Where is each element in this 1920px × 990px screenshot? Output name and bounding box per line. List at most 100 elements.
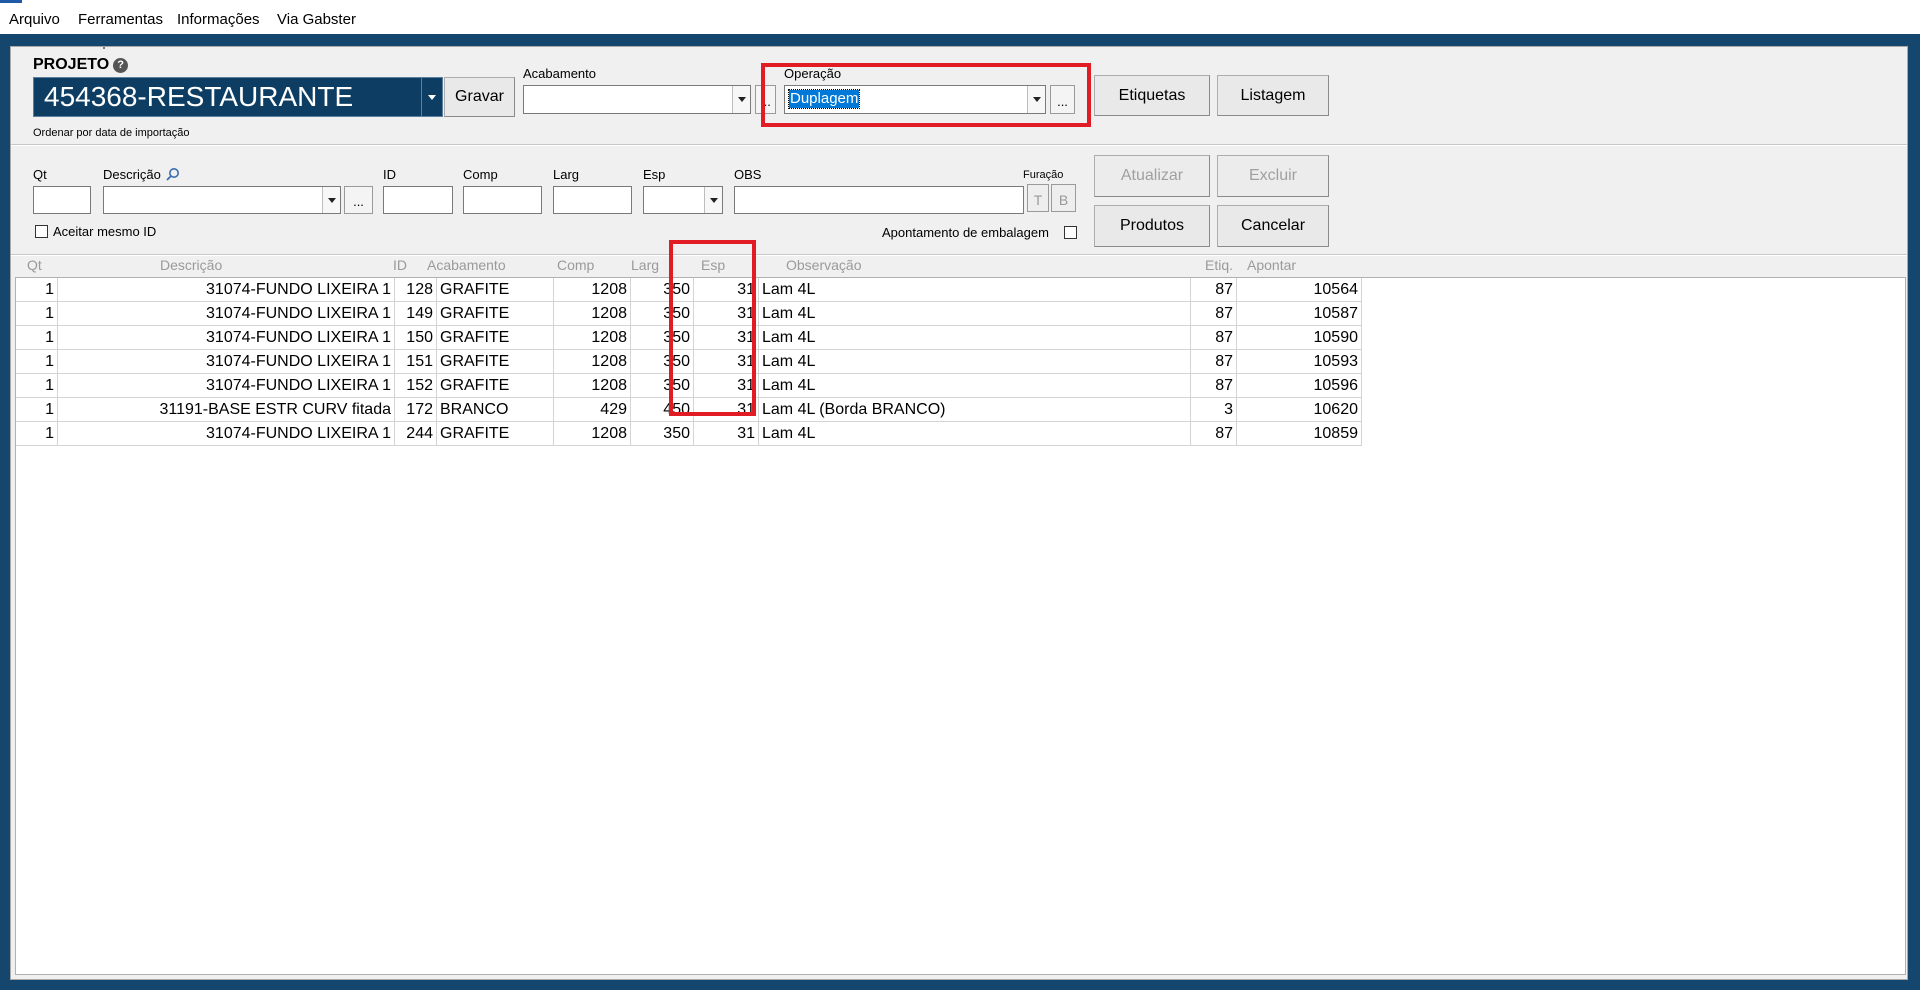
cell-esp[interactable]: 31	[694, 326, 759, 350]
cell-observacao[interactable]: Lam 4L	[759, 302, 1191, 326]
table-row[interactable]: 1 31074-FUNDO LIXEIRA 1 244 GRAFITE 1208 350 3…	[16, 422, 1362, 446]
cell-id[interactable]: 172	[395, 398, 437, 422]
cell-etiq[interactable]: 87	[1191, 422, 1237, 446]
cell-etiq[interactable]: 87	[1191, 302, 1237, 326]
header-observacao[interactable]: Observação	[786, 257, 861, 273]
acabamento-dropdown-arrow[interactable]	[732, 86, 750, 113]
comp-input[interactable]	[463, 186, 542, 214]
operacao-dropdown-arrow[interactable]	[1027, 86, 1045, 113]
descricao-more-button[interactable]: ...	[344, 186, 373, 214]
cell-qt[interactable]: 1	[16, 398, 58, 422]
cell-etiq[interactable]: 87	[1191, 278, 1237, 302]
cell-etiq[interactable]: 87	[1191, 326, 1237, 350]
projeto-dropdown-arrow[interactable]	[421, 78, 442, 116]
help-icon[interactable]: ?	[113, 57, 129, 73]
projeto-select[interactable]: 454368-RESTAURANTE	[33, 77, 443, 117]
cell-observacao[interactable]: Lam 4L (Borda BRANCO)	[759, 398, 1191, 422]
cell-observacao[interactable]: Lam 4L	[759, 326, 1191, 350]
cell-descricao[interactable]: 31074-FUNDO LIXEIRA 1	[58, 326, 395, 350]
cell-apontar[interactable]: 10596	[1237, 374, 1362, 398]
table-row[interactable]: 1 31074-FUNDO LIXEIRA 1 150 GRAFITE 1208 350 3…	[16, 326, 1362, 350]
cell-descricao[interactable]: 31191-BASE ESTR CURV fitada	[58, 398, 395, 422]
cell-id[interactable]: 149	[395, 302, 437, 326]
cell-esp[interactable]: 31	[694, 422, 759, 446]
cell-esp[interactable]: 31	[694, 374, 759, 398]
cell-larg[interactable]: 350	[631, 374, 694, 398]
obs-input[interactable]	[734, 186, 1024, 214]
listagem-button[interactable]: Listagem	[1217, 75, 1329, 116]
table-row[interactable]: 1 31074-FUNDO LIXEIRA 1 152 GRAFITE 1208 350 3…	[16, 374, 1362, 398]
gravar-button[interactable]: Gravar	[444, 77, 515, 117]
cell-acabamento[interactable]: BRANCO	[437, 398, 554, 422]
cell-descricao[interactable]: 31074-FUNDO LIXEIRA 1	[58, 350, 395, 374]
cell-id[interactable]: 152	[395, 374, 437, 398]
menu-item-informacoes[interactable]: Informações	[177, 11, 260, 29]
cell-acabamento[interactable]: GRAFITE	[437, 326, 554, 350]
cell-comp[interactable]: 1208	[554, 302, 631, 326]
search-icon[interactable]	[165, 167, 180, 182]
menu-item-arquivo[interactable]: Arquivo	[9, 11, 60, 29]
cancelar-button[interactable]: Cancelar	[1217, 205, 1329, 247]
cell-apontar[interactable]: 10859	[1237, 422, 1362, 446]
descricao-dropdown-arrow[interactable]	[322, 187, 340, 213]
table-row[interactable]: 1 31191-BASE ESTR CURV fitada 172 BRANCO 429…	[16, 398, 1362, 422]
cell-esp[interactable]: 31	[694, 278, 759, 302]
cell-descricao[interactable]: 31074-FUNDO LIXEIRA 1	[58, 302, 395, 326]
cell-larg[interactable]: 350	[631, 326, 694, 350]
cell-larg[interactable]: 450	[631, 398, 694, 422]
cell-observacao[interactable]: Lam 4L	[759, 374, 1191, 398]
cell-id[interactable]: 150	[395, 326, 437, 350]
header-etiq[interactable]: Etiq.	[1205, 257, 1233, 273]
cell-id[interactable]: 151	[395, 350, 437, 374]
cell-larg[interactable]: 350	[631, 278, 694, 302]
produtos-button[interactable]: Produtos	[1094, 205, 1210, 247]
cell-apontar[interactable]: 10587	[1237, 302, 1362, 326]
header-acabamento[interactable]: Acabamento	[427, 257, 506, 273]
header-qt[interactable]: Qt	[27, 257, 42, 273]
id-input[interactable]	[383, 186, 453, 214]
cell-comp[interactable]: 1208	[554, 326, 631, 350]
cell-descricao[interactable]: 31074-FUNDO LIXEIRA 1	[58, 278, 395, 302]
table-row[interactable]: 1 31074-FUNDO LIXEIRA 1 128 GRAFITE 1208 350 3…	[16, 278, 1362, 302]
cell-qt[interactable]: 1	[16, 278, 58, 302]
cell-acabamento[interactable]: GRAFITE	[437, 350, 554, 374]
cell-larg[interactable]: 350	[631, 302, 694, 326]
cell-comp[interactable]: 429	[554, 398, 631, 422]
cell-esp[interactable]: 31	[694, 350, 759, 374]
cell-esp[interactable]: 31	[694, 302, 759, 326]
header-id[interactable]: ID	[393, 257, 407, 273]
atualizar-button[interactable]: Atualizar	[1094, 155, 1210, 197]
cell-comp[interactable]: 1208	[554, 350, 631, 374]
aceitar-checkbox[interactable]	[35, 225, 48, 238]
cell-acabamento[interactable]: GRAFITE	[437, 302, 554, 326]
cell-observacao[interactable]: Lam 4L	[759, 422, 1191, 446]
cell-larg[interactable]: 350	[631, 422, 694, 446]
cell-apontar[interactable]: 10620	[1237, 398, 1362, 422]
cell-comp[interactable]: 1208	[554, 422, 631, 446]
operacao-select[interactable]: Duplagem	[784, 85, 1046, 114]
cell-esp[interactable]: 31	[694, 398, 759, 422]
furacao-bottom-button[interactable]: B	[1051, 184, 1076, 212]
cell-etiq[interactable]: 3	[1191, 398, 1237, 422]
menu-item-ferramentas[interactable]: Ferramentas	[78, 11, 163, 29]
cell-qt[interactable]: 1	[16, 302, 58, 326]
menu-item-via-gabster[interactable]: Via Gabster	[277, 11, 356, 29]
cell-apontar[interactable]: 10593	[1237, 350, 1362, 374]
cell-qt[interactable]: 1	[16, 326, 58, 350]
cell-apontar[interactable]: 10590	[1237, 326, 1362, 350]
data-grid[interactable]: 1 31074-FUNDO LIXEIRA 1 128 GRAFITE 1208 350 3…	[15, 277, 1906, 975]
header-esp[interactable]: Esp	[701, 257, 725, 273]
etiquetas-button[interactable]: Etiquetas	[1094, 75, 1210, 116]
cell-comp[interactable]: 1208	[554, 374, 631, 398]
descricao-select[interactable]	[103, 186, 341, 214]
cell-acabamento[interactable]: GRAFITE	[437, 374, 554, 398]
cell-comp[interactable]: 1208	[554, 278, 631, 302]
qt-input[interactable]	[33, 186, 91, 214]
esp-dropdown-arrow[interactable]	[704, 187, 722, 213]
cell-descricao[interactable]: 31074-FUNDO LIXEIRA 1	[58, 374, 395, 398]
cell-qt[interactable]: 1	[16, 422, 58, 446]
operacao-more-button[interactable]: ...	[1050, 85, 1075, 114]
larg-input[interactable]	[553, 186, 632, 214]
cell-larg[interactable]: 350	[631, 350, 694, 374]
cell-observacao[interactable]: Lam 4L	[759, 350, 1191, 374]
